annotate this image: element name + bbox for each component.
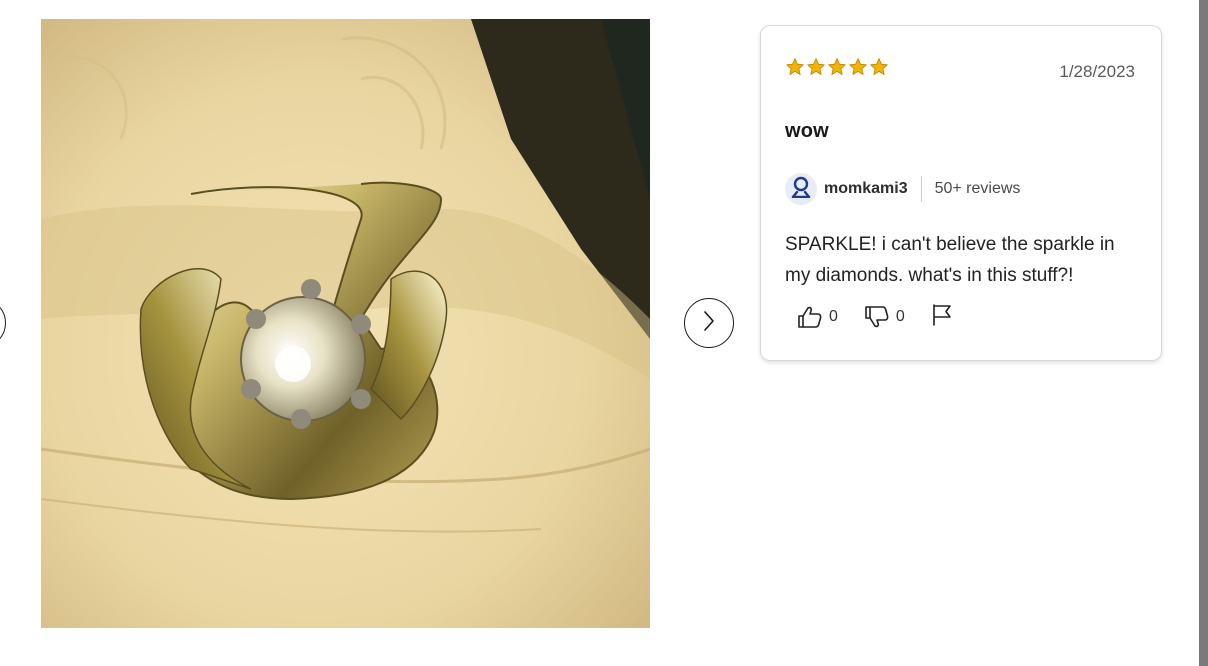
review-card: 1/28/2023 wow momkami3 50+ reviews SPARK… [760, 25, 1162, 361]
unhelpful-count: 0 [895, 308, 905, 325]
star-rating [785, 57, 889, 77]
chevron-right-icon [702, 309, 716, 338]
divider [920, 176, 922, 202]
ring-photo-image [41, 19, 650, 628]
scrollbar[interactable] [1199, 0, 1208, 666]
carousel-prev-button[interactable] [0, 298, 6, 348]
flag-icon[interactable] [931, 303, 953, 332]
star-icon [785, 57, 805, 77]
helpful-count: 0 [829, 308, 838, 325]
reviewer-name[interactable]: momkami3 [824, 180, 908, 198]
thumbs-up-icon [797, 305, 823, 329]
review-title: wow [785, 120, 829, 142]
review-photo [41, 19, 650, 628]
helpful-button[interactable]: 0 [797, 305, 838, 329]
avatar [785, 173, 817, 205]
review-viewer: 1/28/2023 wow momkami3 50+ reviews SPARK… [0, 0, 1208, 666]
user-icon [791, 176, 811, 203]
review-body: SPARKLE! i can't believe the sparkle in … [785, 234, 1115, 286]
review-feedback: 0 0 [797, 303, 953, 332]
star-icon [806, 57, 826, 77]
review-date: 1/28/2023 [1059, 62, 1135, 81]
reviewer-review-count: 50+ reviews [934, 180, 1021, 197]
carousel-next-button[interactable] [684, 298, 734, 348]
star-icon [848, 57, 868, 77]
star-icon [869, 57, 889, 77]
reviewer-info: momkami3 50+ reviews [785, 173, 1020, 205]
star-icon [827, 57, 847, 77]
unhelpful-button[interactable]: 0 [864, 305, 905, 329]
thumbs-down-icon [864, 305, 890, 329]
